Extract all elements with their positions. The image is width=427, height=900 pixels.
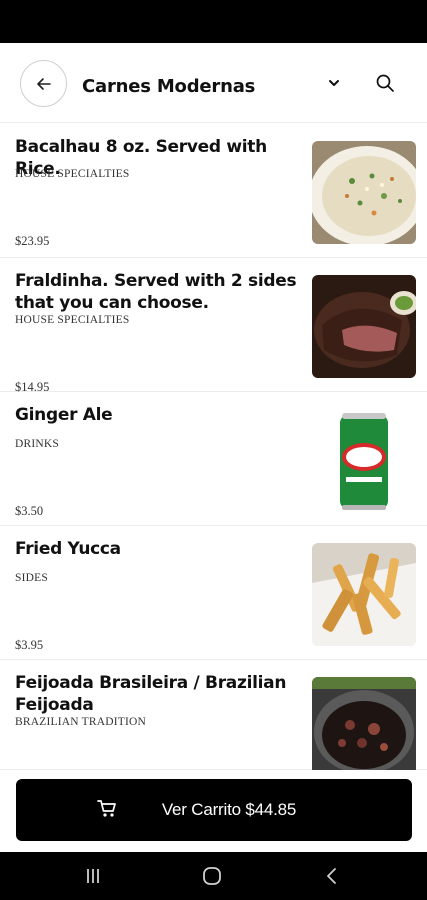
menu-item[interactable]: Fried Yucca SIDES $3.95 bbox=[0, 526, 427, 660]
view-cart-button[interactable]: Ver Carrito $44.85 bbox=[16, 779, 412, 841]
item-price: $3.95 bbox=[15, 638, 44, 652]
header: Carnes Modernas bbox=[0, 43, 427, 123]
system-nav-bar bbox=[0, 852, 427, 900]
recents-button[interactable] bbox=[81, 864, 105, 888]
item-category: SIDES bbox=[15, 572, 48, 584]
menu-list: Bacalhau 8 oz. Served with Rice. HOUSE S… bbox=[0, 124, 427, 770]
item-name: Fraldinha. Served with 2 sides that you … bbox=[15, 271, 297, 313]
home-button[interactable] bbox=[200, 864, 224, 888]
back-button[interactable] bbox=[20, 60, 67, 107]
item-image bbox=[312, 543, 416, 646]
item-category: HOUSE SPECIALTIES bbox=[15, 314, 130, 326]
menu-item[interactable]: Bacalhau 8 oz. Served with Rice. HOUSE S… bbox=[0, 124, 427, 258]
item-category: DRINKS bbox=[15, 438, 60, 450]
arrow-left-icon bbox=[36, 77, 51, 90]
cart-icon bbox=[97, 800, 116, 817]
item-price: $23.95 bbox=[15, 234, 50, 248]
menu-item[interactable]: Feijoada Brasileira / Brazilian Feijoada… bbox=[0, 660, 427, 770]
search-button[interactable] bbox=[373, 71, 397, 95]
search-icon bbox=[376, 74, 394, 92]
status-bar bbox=[0, 0, 427, 43]
item-category: HOUSE SPECIALTIES bbox=[15, 168, 130, 180]
item-name: Feijoada Brasileira / Brazilian Feijoada bbox=[15, 673, 287, 715]
menu-item[interactable]: Ginger Ale DRINKS $3.50 bbox=[0, 392, 427, 526]
cart-bar: Ver Carrito $44.85 bbox=[0, 770, 427, 852]
home-icon bbox=[203, 867, 221, 885]
item-name: Fried Yucca bbox=[15, 539, 121, 559]
cart-label: Ver Carrito $44.85 bbox=[161, 800, 297, 819]
menu-item[interactable]: Fraldinha. Served with 2 sides that you … bbox=[0, 258, 427, 394]
back-icon bbox=[327, 868, 336, 884]
item-image bbox=[312, 677, 416, 770]
item-price: $3.50 bbox=[15, 504, 44, 518]
item-image bbox=[312, 275, 416, 378]
page-title: Carnes Modernas bbox=[82, 76, 256, 97]
item-category: BRAZILIAN TRADITION bbox=[15, 716, 147, 728]
item-image bbox=[312, 409, 416, 512]
recents-icon bbox=[87, 869, 99, 883]
item-image bbox=[312, 141, 416, 244]
nav-back-button[interactable] bbox=[320, 864, 344, 888]
item-name: Ginger Ale bbox=[15, 405, 113, 425]
dropdown-button[interactable] bbox=[322, 71, 346, 95]
chevron-down-icon bbox=[329, 80, 339, 86]
